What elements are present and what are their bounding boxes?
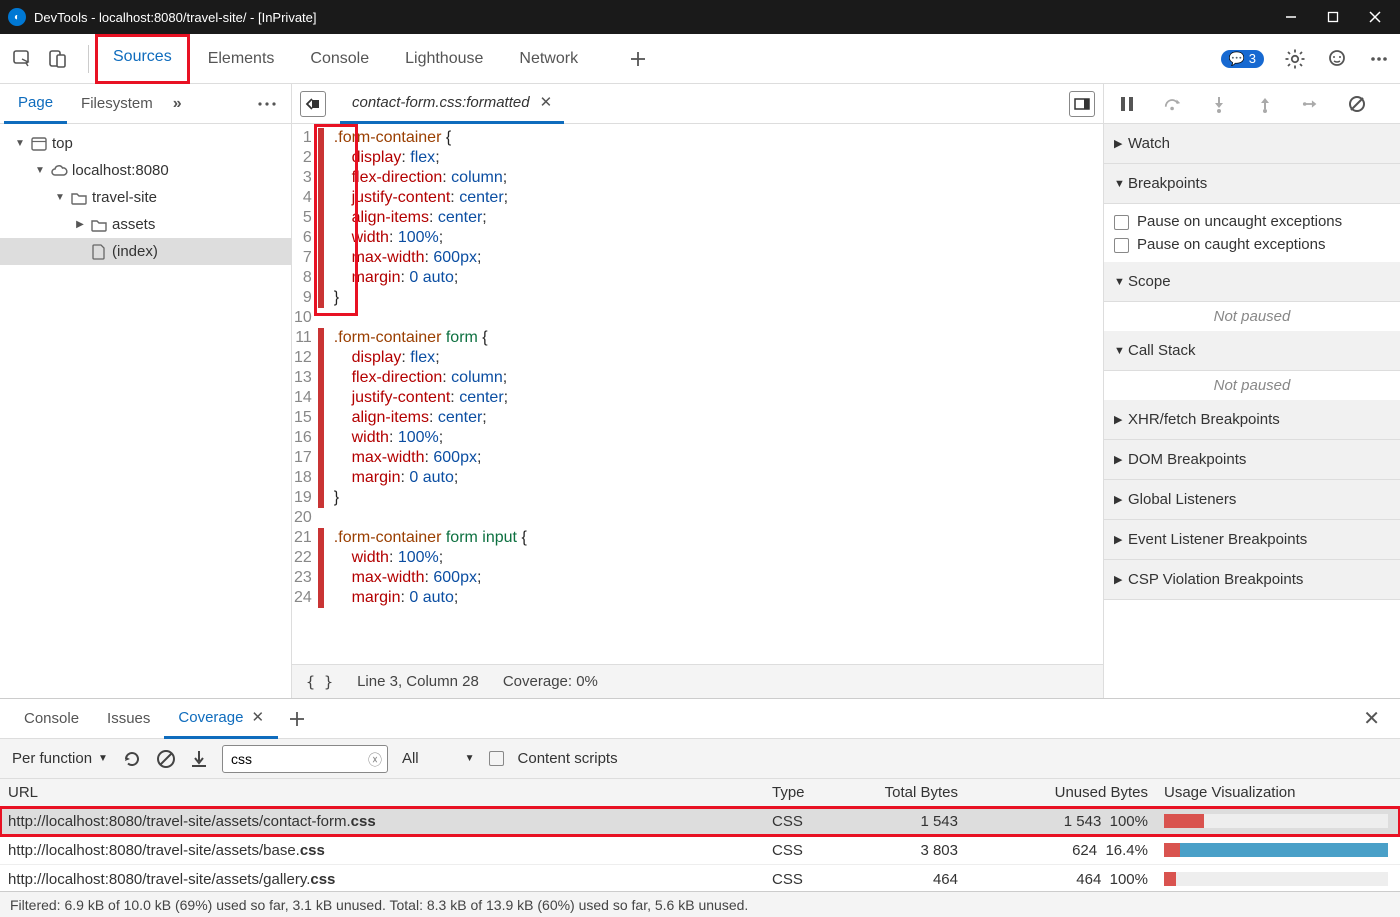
main-tab-network[interactable]: Network (501, 34, 596, 84)
step-into-icon[interactable] (1210, 95, 1228, 113)
settings-icon[interactable] (1284, 48, 1306, 70)
code-editor[interactable]: 123456789101112131415161718192021222324 … (292, 124, 1103, 664)
reload-icon[interactable] (122, 749, 142, 769)
debug-section-dom-breakpoints[interactable]: ▶DOM Breakpoints (1104, 440, 1400, 480)
pause-icon[interactable] (1118, 95, 1136, 113)
close-tab-icon[interactable]: ✕ (540, 93, 553, 111)
debug-section-xhr-fetch-breakpoints[interactable]: ▶XHR/fetch Breakpoints (1104, 400, 1400, 440)
device-icon[interactable] (46, 47, 70, 71)
cursor-position: Line 3, Column 28 (357, 673, 479, 690)
editor-tab[interactable]: contact-form.css:formatted ✕ (340, 84, 564, 124)
debug-section-global-listeners[interactable]: ▶Global Listeners (1104, 480, 1400, 520)
sidebar-overflow-icon[interactable]: » (173, 95, 182, 113)
debug-section-scope[interactable]: ▼Scope (1104, 262, 1400, 302)
coverage-percent: Coverage: 0% (503, 673, 598, 690)
drawer-tab-coverage[interactable]: Coverage ✕ (164, 699, 278, 739)
editor-statusbar: { } Line 3, Column 28 Coverage: 0% (292, 664, 1103, 698)
main-toolbar: SourcesElementsConsoleLighthouseNetwork … (0, 34, 1400, 84)
step-icon[interactable] (1302, 95, 1320, 113)
sidebar-more-icon[interactable] (257, 101, 277, 107)
coverage-toolbar: Per function▼ ⓧ All▼ Content scripts (0, 739, 1400, 779)
debug-section-body: Not paused (1104, 371, 1400, 400)
coverage-header[interactable]: Usage Visualization (1156, 784, 1400, 801)
debug-section-event-listener-breakpoints[interactable]: ▶Event Listener Breakpoints (1104, 520, 1400, 560)
main-tab-console[interactable]: Console (292, 34, 387, 84)
tree-item[interactable]: ▶assets (0, 211, 291, 238)
feedback-icon[interactable] (1326, 48, 1348, 70)
maximize-button[interactable] (1326, 10, 1340, 24)
close-drawer-tab-icon[interactable]: ✕ (251, 708, 264, 726)
step-out-icon[interactable] (1256, 95, 1274, 113)
deactivate-breakpoints-icon[interactable] (1348, 95, 1366, 113)
minimize-button[interactable] (1284, 10, 1298, 24)
navigator-tab-filesystem[interactable]: Filesystem (67, 84, 167, 124)
editor-panel: contact-form.css:formatted ✕ 12345678910… (292, 84, 1104, 698)
coverage-statusbar: Filtered: 6.9 kB of 10.0 kB (69%) used s… (0, 891, 1400, 917)
navigator-panel: PageFilesystem » ▼top▼localhost:8080▼tra… (0, 84, 292, 698)
app-icon: ◐ (8, 8, 26, 26)
coverage-row[interactable]: http://localhost:8080/travel-site/assets… (0, 836, 1400, 865)
drawer-tab-console[interactable]: Console (10, 699, 93, 739)
drawer-tab-issues[interactable]: Issues (93, 699, 164, 739)
main-tab-elements[interactable]: Elements (190, 34, 293, 84)
drawer-add-tab-button[interactable] (288, 710, 306, 728)
highlight-annotation (314, 124, 358, 316)
coverage-row[interactable]: http://localhost:8080/travel-site/assets… (0, 807, 1400, 836)
tree-item[interactable]: (index) (0, 238, 291, 265)
clear-icon[interactable] (156, 749, 176, 769)
drawer-panel: ConsoleIssuesCoverage ✕ ✕ Per function▼ … (0, 698, 1400, 917)
coverage-filter-input[interactable] (222, 745, 388, 773)
debug-section-breakpoints[interactable]: ▼Breakpoints (1104, 164, 1400, 204)
editor-tab-label: contact-form.css:formatted (352, 94, 530, 111)
main-tab-sources[interactable]: Sources (95, 34, 190, 84)
coverage-header[interactable]: URL (0, 784, 764, 801)
tree-item[interactable]: ▼travel-site (0, 184, 291, 211)
clear-filter-icon[interactable]: ⓧ (368, 750, 382, 770)
window-titlebar: ◐ DevTools - localhost:8080/travel-site/… (0, 0, 1400, 34)
inspect-icon[interactable] (10, 47, 34, 71)
breakpoint-option[interactable]: Pause on caught exceptions (1114, 233, 1390, 256)
file-tree[interactable]: ▼top▼localhost:8080▼travel-site▶assets(i… (0, 124, 291, 698)
toggle-sidebar-button[interactable] (1069, 91, 1095, 117)
issues-count: 3 (1249, 51, 1256, 66)
coverage-row[interactable]: http://localhost:8080/travel-site/assets… (0, 865, 1400, 894)
debug-section-call-stack[interactable]: ▼Call Stack (1104, 331, 1400, 371)
pretty-print-icon[interactable]: { } (306, 673, 333, 691)
debug-section-body: Not paused (1104, 302, 1400, 331)
navigator-tab-page[interactable]: Page (4, 84, 67, 124)
debug-section-watch[interactable]: ▶Watch (1104, 124, 1400, 164)
more-icon[interactable] (1368, 48, 1390, 70)
debug-toolbar (1104, 84, 1400, 124)
tree-item[interactable]: ▼top (0, 130, 291, 157)
coverage-header[interactable]: Unused Bytes (966, 784, 1156, 801)
coverage-header[interactable]: Total Bytes (850, 784, 966, 801)
coverage-header[interactable]: Type (764, 784, 850, 801)
close-button[interactable] (1368, 10, 1382, 24)
drawer-close-icon[interactable]: ✕ (1353, 706, 1390, 731)
debugger-panel: ▶Watch▼Breakpoints Pause on uncaught exce… (1104, 84, 1400, 698)
export-icon[interactable] (190, 749, 208, 769)
coverage-type-select[interactable]: All▼ (402, 750, 475, 767)
main-tab-lighthouse[interactable]: Lighthouse (387, 34, 501, 84)
debug-section-csp-violation-breakpoints[interactable]: ▶CSP Violation Breakpoints (1104, 560, 1400, 600)
tree-item[interactable]: ▼localhost:8080 (0, 157, 291, 184)
add-tab-button[interactable] (626, 47, 650, 71)
nav-back-button[interactable] (300, 91, 326, 117)
window-title: DevTools - localhost:8080/travel-site/ -… (34, 10, 1284, 25)
content-scripts-toggle[interactable]: Content scripts (489, 750, 618, 767)
coverage-mode-select[interactable]: Per function▼ (12, 750, 108, 767)
issues-badge[interactable]: 💬 3 (1221, 50, 1264, 68)
step-over-icon[interactable] (1164, 95, 1182, 113)
breakpoint-option[interactable]: Pause on uncaught exceptions (1114, 210, 1390, 233)
